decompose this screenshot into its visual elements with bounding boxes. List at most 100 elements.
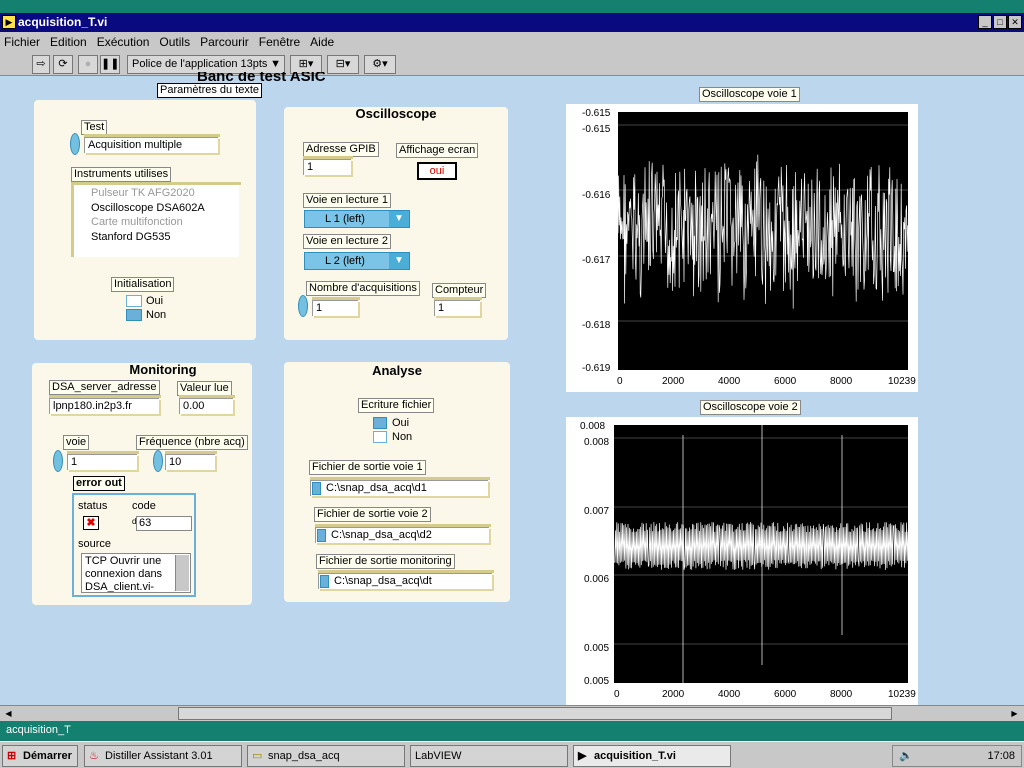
voie1-trace <box>617 154 909 309</box>
compteur-label: Compteur <box>432 283 487 298</box>
ecriture-non-label: Non <box>392 431 413 443</box>
error-out-label: error out <box>73 476 125 491</box>
run-arrow-icon[interactable]: ⇨ <box>32 55 50 74</box>
ecriture-non-box[interactable] <box>373 431 387 443</box>
task-label: acquisition_T.vi <box>594 750 676 762</box>
horizontal-scrollbar[interactable]: ◀ ▶ <box>0 705 1024 721</box>
pause-icon[interactable]: ❚❚ <box>100 55 120 74</box>
task-folder[interactable]: ▭ snap_dsa_acq <box>247 745 405 767</box>
list-item[interactable]: Pulseur TK AFG2020 <box>91 186 239 201</box>
analyse-panel: Analyse Ecriture fichier Oui Non Fichier… <box>284 362 510 602</box>
chevron-down-icon[interactable]: ▼ <box>389 253 409 269</box>
voie1-value: L 1 (left) <box>325 213 365 225</box>
instruments-listbox[interactable]: Pulseur TK AFG2020 Oscilloscope DSA602A … <box>71 185 239 257</box>
nb-acq-spinner[interactable] <box>298 295 308 317</box>
task-label: Distiller Assistant 3.01 <box>105 750 213 762</box>
status-text: acquisition_T <box>6 724 71 736</box>
menu-edition[interactable]: Edition <box>50 35 87 49</box>
freq-label: Fréquence (nbre acq) <box>136 435 248 450</box>
voie-field[interactable]: 1 <box>67 454 137 470</box>
graph1: -0.615 -0.615 -0.616 -0.617 -0.618 -0.61… <box>566 104 918 392</box>
close-icon[interactable]: ✕ <box>1008 15 1022 29</box>
scroll-left-icon[interactable]: ◀ <box>2 707 15 720</box>
graph1-ytick: -0.615 <box>582 124 611 135</box>
f2-field[interactable]: C:\snap_dsa_acq\d2 <box>315 527 489 543</box>
voie1-label: Voie en lecture 1 <box>303 193 391 208</box>
taskbar: ⊞ Démarrer ♨ Distiller Assistant 3.01 ▭ sna… <box>0 741 1024 768</box>
list-item[interactable]: Oscilloscope DSA602A <box>91 201 239 216</box>
clock[interactable]: 17:08 <box>987 750 1015 762</box>
reorder-icon[interactable]: ⚙▾ <box>364 55 396 74</box>
menu-execution[interactable]: Exécution <box>97 35 150 49</box>
task-labview[interactable]: LabVIEW <box>410 745 568 767</box>
minimize-icon[interactable]: _ <box>978 15 992 29</box>
menu-parcourir[interactable]: Parcourir <box>200 35 249 49</box>
vi-icon[interactable]: ▶ <box>2 15 16 29</box>
fm-value: C:\snap_dsa_acq\dt <box>334 575 432 587</box>
ecriture-oui-box[interactable] <box>373 417 387 429</box>
folder-icon: ▭ <box>252 750 263 762</box>
status-bar: acquisition_T <box>0 721 1024 741</box>
distiller-icon: ♨ <box>89 750 99 762</box>
vi-icon: ▶ <box>578 750 587 762</box>
path-browse-icon[interactable] <box>317 529 326 542</box>
start-button[interactable]: ⊞ Démarrer <box>2 745 78 767</box>
menu-outils[interactable]: Outils <box>159 35 190 49</box>
init-oui-label: Oui <box>146 295 164 307</box>
path-browse-icon[interactable] <box>320 575 329 588</box>
task-distiller[interactable]: ♨ Distiller Assistant 3.01 <box>84 745 242 767</box>
voie1-ring[interactable]: L 1 (left) ▼ <box>304 210 410 228</box>
test-field[interactable]: Acquisition multiple <box>84 137 218 153</box>
maximize-icon[interactable]: □ <box>993 15 1007 29</box>
init-oui-box[interactable] <box>126 295 142 307</box>
graph1-plot-area[interactable] <box>617 112 909 370</box>
gpib-field[interactable]: 1 <box>303 159 351 175</box>
list-item[interactable]: Carte multifonction <box>91 215 239 230</box>
nb-acq-field[interactable]: 1 <box>312 300 358 316</box>
distribute-icon[interactable]: ⊟▾ <box>327 55 359 74</box>
list-item[interactable]: Stanford DG535 <box>91 230 239 245</box>
graph2-top-label: 0.008 <box>580 421 606 432</box>
voie-label: voie <box>63 435 90 450</box>
abort-icon[interactable]: ● <box>78 55 98 74</box>
speaker-icon[interactable]: 🔈 <box>899 746 913 766</box>
oscilloscope-title: Oscilloscope <box>355 106 437 121</box>
graph2-trace <box>613 425 909 683</box>
monitoring-title: Monitoring <box>129 362 197 377</box>
gpib-label: Adresse GPIB <box>303 142 379 157</box>
monitoring-panel: Monitoring DSA_server_adresse lpnp180.in… <box>32 362 252 605</box>
freq-spinner[interactable] <box>153 450 163 472</box>
init-non-box[interactable] <box>126 309 142 321</box>
graph2-plot-area[interactable] <box>613 425 909 683</box>
f1-field[interactable]: C:\snap_dsa_acq\d1 <box>310 480 488 496</box>
f2-label: Fichier de sortie voie 2 <box>314 507 431 522</box>
menu-fenetre[interactable]: Fenêtre <box>259 35 300 49</box>
graph1-ytick: -0.616 <box>582 190 611 201</box>
graph1-top-label: -0.615 <box>582 108 611 119</box>
menu-fichier[interactable]: Fichier <box>4 35 40 49</box>
error-cluster: status code ✖ d 63 source TCP Ouvrir une… <box>72 493 196 597</box>
window-title-bar[interactable]: acquisition_T.vi <box>0 13 1024 32</box>
graph1-xtick: 2000 <box>662 376 685 387</box>
chevron-down-icon[interactable]: ▼ <box>389 211 409 227</box>
graph1-xtick: 4000 <box>718 376 741 387</box>
voie2-label: Voie en lecture 2 <box>303 234 391 249</box>
source-scrollbar[interactable] <box>175 555 189 591</box>
server-field[interactable]: lpnp180.in2p3.fr <box>49 398 159 414</box>
init-label: Initialisation <box>111 277 175 292</box>
voie-spinner[interactable] <box>53 450 63 472</box>
fm-field[interactable]: C:\snap_dsa_acq\dt <box>318 573 492 589</box>
test-spinner[interactable] <box>70 133 80 155</box>
graph1-ytick: -0.618 <box>582 320 611 331</box>
task-acquisition[interactable]: ▶ acquisition_T.vi <box>573 745 731 767</box>
path-browse-icon[interactable] <box>312 482 321 495</box>
scroll-thumb[interactable] <box>178 707 892 720</box>
graph2-ytick: 0.005 <box>584 643 610 654</box>
top-strip: acquisition_T.vi ▶ _ □ ✕ <box>0 0 1024 32</box>
freq-field[interactable]: 10 <box>165 454 215 470</box>
voie2-ring[interactable]: L 2 (left) ▼ <box>304 252 410 270</box>
scroll-right-icon[interactable]: ▶ <box>1008 707 1021 720</box>
menu-aide[interactable]: Aide <box>310 35 334 49</box>
affichage-button[interactable]: oui <box>417 162 457 180</box>
run-continuous-icon[interactable]: ⟳ <box>53 55 73 74</box>
